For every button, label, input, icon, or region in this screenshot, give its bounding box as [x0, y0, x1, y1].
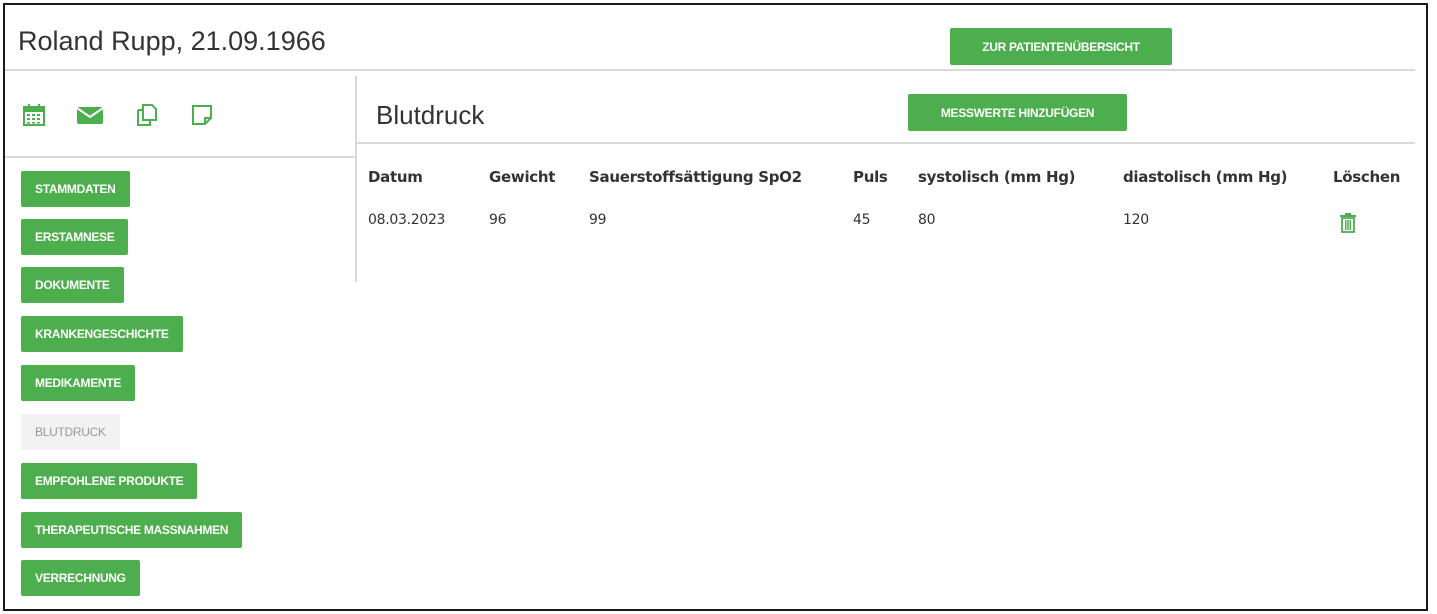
- column-header-systolisch: systolisch (mm Hg): [918, 168, 1076, 186]
- sidebar-divider: [355, 76, 357, 282]
- section-title: Blutdruck: [376, 100, 485, 130]
- column-header-puls: Puls: [853, 168, 888, 186]
- copy-icon[interactable]: [134, 102, 160, 133]
- sidebar-item-therapeutische-massnahmen[interactable]: THERAPEUTISCHE MASSNAHMEN: [21, 512, 243, 548]
- column-header-datum: Datum: [368, 168, 423, 186]
- add-measurement-button[interactable]: MESSWERTE HINZUFÜGEN: [908, 94, 1127, 131]
- cell-datum: 08.03.2023: [368, 212, 446, 228]
- cell-diastolisch: 120: [1123, 212, 1149, 228]
- sidebar-item-medikamente[interactable]: MEDIKAMENTE: [21, 365, 136, 401]
- column-header-spo2: Sauerstoffsättigung SpO2: [589, 168, 802, 186]
- cell-gewicht: 96: [489, 212, 507, 228]
- cell-spo2: 99: [589, 212, 607, 228]
- note-icon[interactable]: [190, 103, 214, 132]
- title-divider: [357, 142, 1415, 144]
- column-header-gewicht: Gewicht: [489, 168, 556, 186]
- sidebar-item-blutdruck-active[interactable]: BLUTDRUCK: [21, 414, 120, 450]
- patient-name: Roland Rupp, 21.09.1966: [18, 26, 326, 56]
- sidebar-item-dokumente[interactable]: DOKUMENTE: [21, 267, 124, 303]
- sidebar-item-empfohlene-produkte[interactable]: EMPFOHLENE PRODUKTE: [21, 463, 198, 499]
- cell-systolisch: 80: [918, 212, 936, 228]
- icon-row-divider: [5, 156, 356, 158]
- sidebar-item-krankengeschichte[interactable]: KRANKENGESCHICHTE: [21, 316, 183, 352]
- trash-icon[interactable]: [1339, 212, 1357, 239]
- cell-puls: 45: [853, 212, 871, 228]
- sidebar-item-verrechnung[interactable]: VERRECHNUNG: [21, 560, 140, 596]
- calendar-icon[interactable]: [22, 103, 46, 132]
- column-header-diastolisch: diastolisch (mm Hg): [1123, 168, 1288, 186]
- header-divider: [5, 69, 1415, 71]
- sidebar-item-stammdaten[interactable]: STAMMDATEN: [21, 171, 130, 207]
- envelope-icon[interactable]: [76, 105, 104, 130]
- column-header-loeschen: Löschen: [1333, 168, 1401, 186]
- patient-overview-button[interactable]: ZUR PATIENTENÜBERSICHT: [950, 28, 1172, 65]
- sidebar-item-erstamnese[interactable]: ERSTAMNESE: [21, 219, 129, 255]
